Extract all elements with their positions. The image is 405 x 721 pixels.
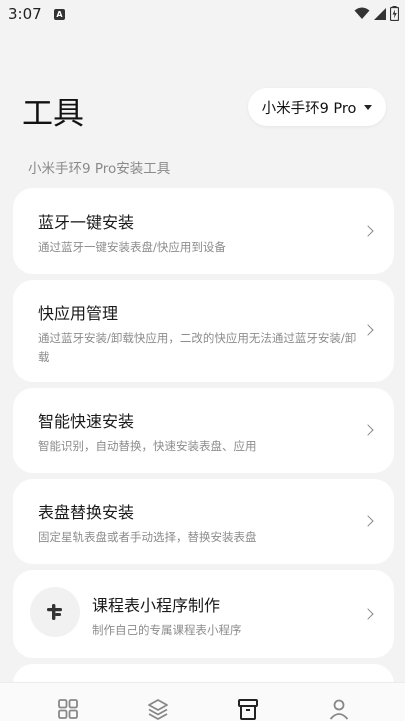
toolbox-icon	[238, 699, 258, 720]
tool-card-title: 蓝牙一键安装	[38, 213, 135, 232]
tool-card-desc: 智能识别，自动替换，快速安装表盘、应用	[38, 439, 257, 453]
tool-card-desc: 通过蓝牙安装/卸载快应用，二改的快应用无法通过蓝牙安装/卸载	[38, 331, 357, 364]
signal-icon	[374, 7, 386, 20]
page-title: 工具	[22, 96, 84, 132]
nav-apps[interactable]	[53, 697, 83, 721]
apps-icon	[58, 699, 78, 719]
nav-toolbox[interactable]	[233, 697, 263, 721]
status-icons	[354, 6, 399, 21]
tool-card-title: 课程表小程序制作	[92, 596, 221, 615]
bottom-nav	[0, 682, 405, 721]
tool-card-course-table[interactable]: 课程表小程序制作 制作自己的专属课程表小程序	[13, 570, 394, 658]
tool-card-watchface-replace[interactable]: 表盘替换安装 固定星轨表盘或者手动选择，替换安装表盘	[13, 479, 394, 564]
course-table-icon	[30, 587, 80, 637]
status-bar: 3:07 A	[0, 0, 405, 30]
tool-card-quickapp-manage[interactable]: 快应用管理 通过蓝牙安装/卸载快应用，二改的快应用无法通过蓝牙安装/卸载	[13, 280, 394, 382]
device-selector-label: 小米手环9 Pro	[261, 100, 357, 117]
chevron-right-icon	[362, 515, 374, 527]
tool-card-desc: 固定星轨表盘或者手动选择，替换安装表盘	[38, 530, 257, 544]
wifi-icon	[354, 7, 370, 19]
chevron-right-icon	[362, 424, 374, 436]
profile-icon	[329, 699, 349, 720]
tool-card-desc: 制作自己的专属课程表小程序	[92, 623, 242, 637]
nav-layers[interactable]	[143, 697, 173, 721]
chevron-right-icon	[362, 324, 374, 336]
device-selector-dropdown[interactable]: 小米手环9 Pro	[248, 88, 386, 126]
layers-icon	[148, 699, 168, 720]
battery-icon	[390, 6, 399, 21]
section-label: 小米手环9 Pro安装工具	[28, 161, 171, 177]
tool-card-bluetooth-install[interactable]: 蓝牙一键安装 通过蓝牙一键安装表盘/快应用到设备	[13, 188, 394, 274]
tool-card-title: 智能快速安装	[38, 412, 135, 431]
notification-icon: A	[54, 9, 65, 20]
chevron-right-icon	[362, 608, 374, 620]
caret-down-icon	[364, 104, 373, 110]
chevron-right-icon	[362, 225, 374, 237]
tool-card-desc: 通过蓝牙一键安装表盘/快应用到设备	[38, 240, 226, 254]
status-time: 3:07	[8, 5, 42, 23]
tool-card-title: 快应用管理	[38, 304, 119, 323]
nav-profile[interactable]	[324, 697, 354, 721]
tool-card-title: 表盘替换安装	[38, 503, 135, 522]
tool-card-smart-install[interactable]: 智能快速安装 智能识别，自动替换，快速安装表盘、应用	[13, 388, 394, 473]
